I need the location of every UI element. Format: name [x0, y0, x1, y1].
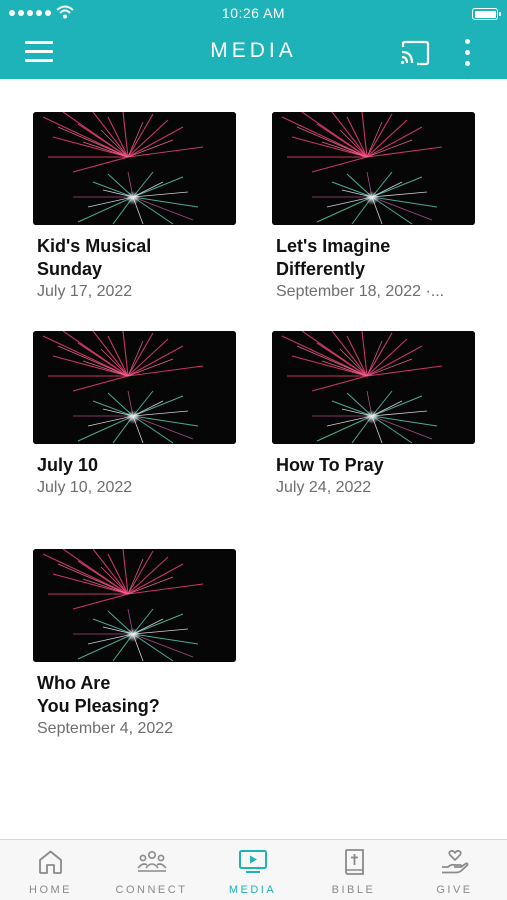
- media-date: September 18, 2022 ·...: [276, 283, 445, 300]
- media-screen: 10:26 AM MEDIA Kid's Musical Sunday July…: [0, 0, 507, 900]
- media-thumbnail: [33, 112, 236, 225]
- bible-icon: [345, 849, 364, 875]
- media-title: Let's Imagine Differently: [276, 236, 391, 279]
- tab-label: GIVE: [436, 884, 473, 896]
- status-bar: 10:26 AM: [0, 0, 507, 28]
- status-time: 10:26 AM: [221, 5, 286, 21]
- media-thumbnail: [272, 112, 475, 225]
- media-title: Who Are You Pleasing?: [37, 673, 160, 716]
- media-card[interactable]: Who Are You Pleasing? September 4, 2022: [33, 549, 236, 740]
- battery-icon: [472, 8, 501, 20]
- media-thumbnail: [33, 549, 236, 662]
- home-icon: [39, 850, 62, 874]
- media-title: July 10: [37, 455, 99, 475]
- media-thumbnail: [272, 331, 475, 444]
- bottom-tab-bar: HOME CONNECT MEDIA BIBLE GIVE: [0, 839, 507, 900]
- media-date: September 4, 2022: [37, 720, 174, 737]
- people-icon: [137, 850, 167, 872]
- media-title: Kid's Musical Sunday: [37, 236, 152, 279]
- media-thumbnail: [33, 331, 236, 444]
- tab-bible[interactable]: BIBLE: [303, 840, 404, 900]
- tab-connect[interactable]: CONNECT: [101, 840, 202, 900]
- tab-label: HOME: [29, 884, 72, 896]
- tab-home[interactable]: HOME: [0, 840, 101, 900]
- app-header: 10:26 AM MEDIA: [0, 0, 507, 79]
- top-nav: MEDIA: [0, 28, 507, 79]
- more-vertical-icon: [465, 39, 470, 44]
- more-options-button[interactable]: [458, 39, 478, 67]
- tab-label: MEDIA: [228, 884, 277, 896]
- media-date: July 24, 2022: [276, 479, 372, 496]
- give-hand-icon: [442, 850, 469, 874]
- media-card[interactable]: Kid's Musical Sunday July 17, 2022: [33, 112, 236, 303]
- tab-label: CONNECT: [115, 884, 188, 896]
- tab-label: BIBLE: [331, 884, 376, 896]
- media-play-icon: [239, 850, 267, 873]
- media-grid: Kid's Musical Sunday July 17, 2022 Let's…: [0, 79, 507, 839]
- tab-media[interactable]: MEDIA: [202, 840, 303, 900]
- media-date: July 17, 2022: [37, 283, 133, 300]
- media-title: How To Pray: [276, 455, 384, 475]
- tab-give[interactable]: GIVE: [404, 840, 505, 900]
- media-card[interactable]: Let's Imagine Differently September 18, …: [272, 112, 475, 303]
- media-card[interactable]: July 10 July 10, 2022: [33, 331, 236, 499]
- cast-icon[interactable]: [399, 40, 431, 66]
- media-card[interactable]: How To Pray July 24, 2022: [272, 331, 475, 499]
- media-date: July 10, 2022: [37, 479, 133, 496]
